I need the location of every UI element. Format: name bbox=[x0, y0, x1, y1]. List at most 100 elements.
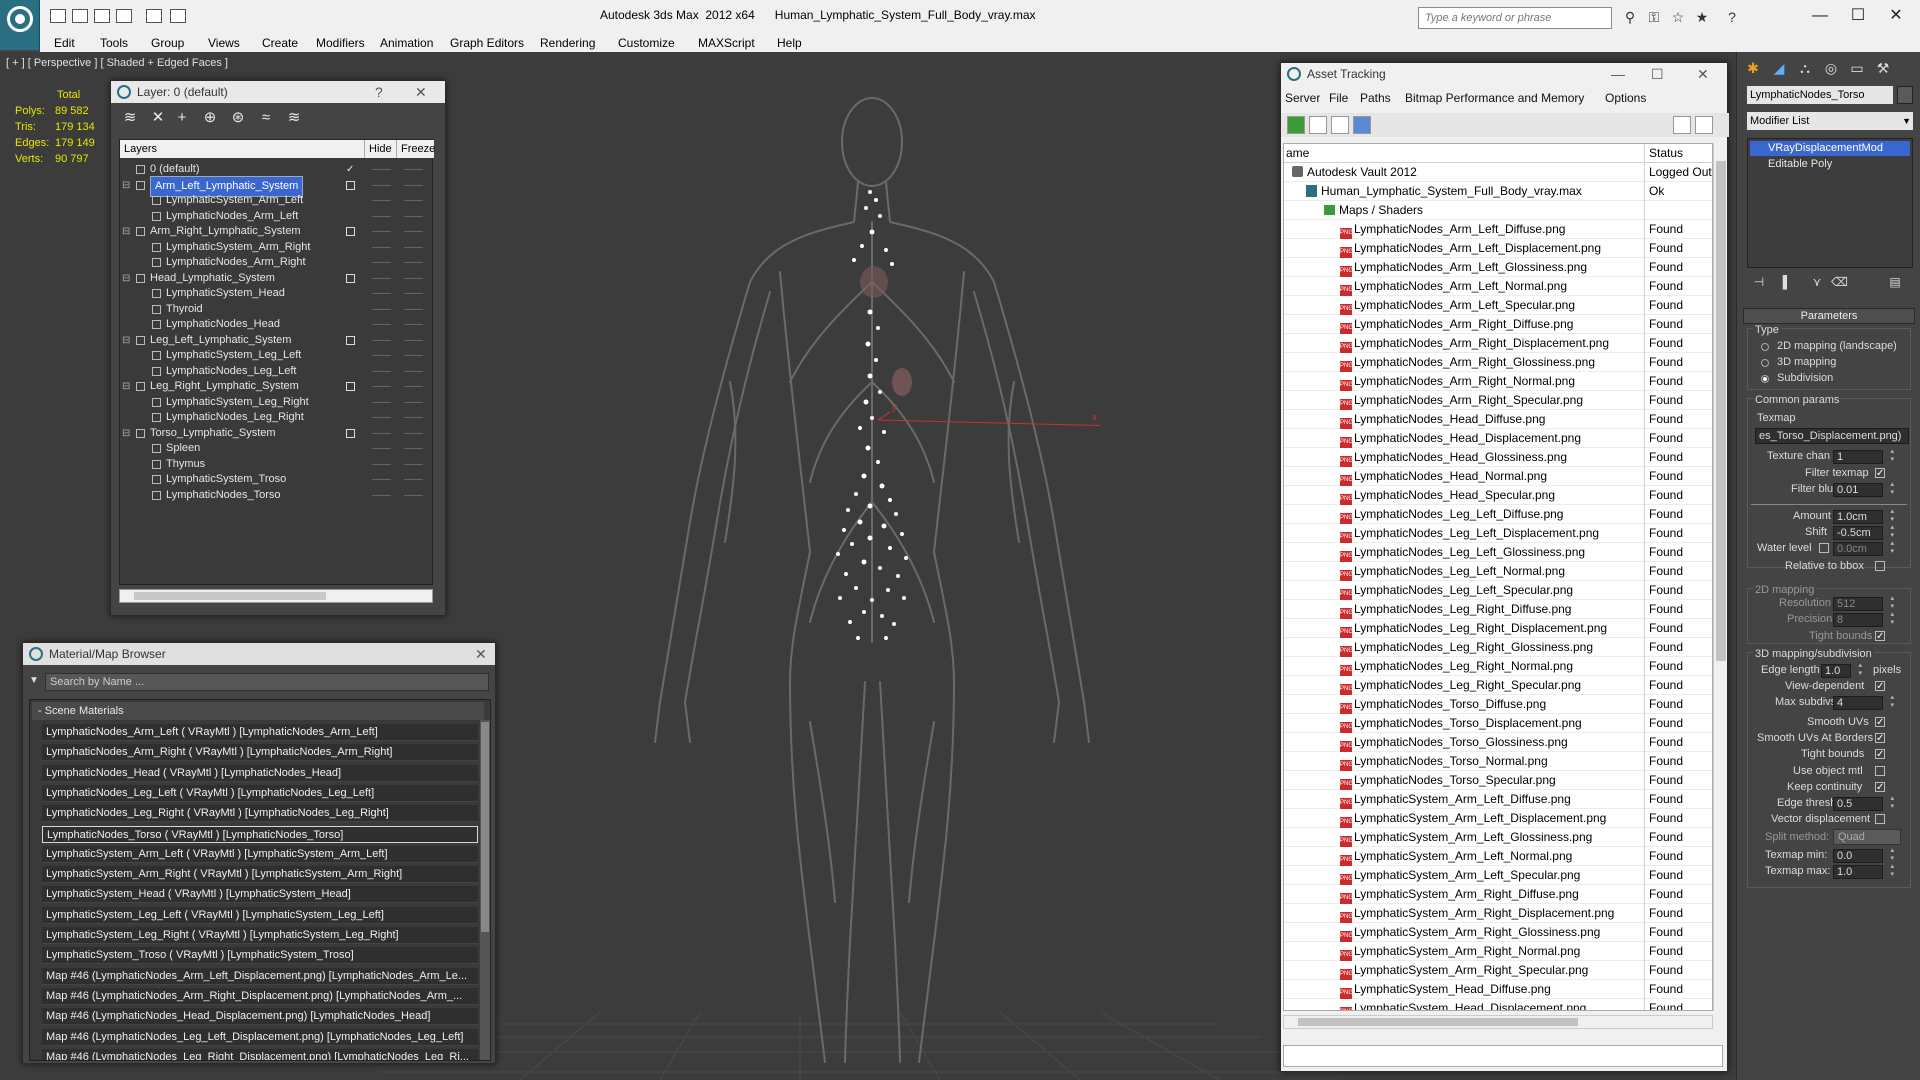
asset-map-row[interactable]: PNGLymphaticSystem_Head_Displacement.png… bbox=[1284, 999, 1712, 1010]
relative-bbox-checkbox[interactable] bbox=[1875, 561, 1885, 571]
material-list-item[interactable]: LymphaticNodes_Torso ( VRayMtl ) [Lympha… bbox=[42, 825, 478, 843]
hierarchy-tab-icon[interactable]: ⛬ bbox=[1795, 58, 1815, 78]
asset-map-row[interactable]: PNGLymphaticNodes_Arm_Left_Displacement.… bbox=[1284, 239, 1712, 258]
current-layer-check-icon[interactable]: ✓ bbox=[346, 165, 355, 175]
asset-map-row[interactable]: PNGLymphaticNodes_Leg_Right_Displacement… bbox=[1284, 619, 1712, 638]
set-current-layer-box[interactable] bbox=[346, 335, 355, 345]
remove-modifier-icon[interactable]: ⌫ bbox=[1831, 274, 1848, 290]
asset-map-row[interactable]: PNGLymphaticNodes_Leg_Left_Normal.png Fou… bbox=[1284, 562, 1712, 581]
settings-icon[interactable] bbox=[1695, 116, 1713, 134]
menu-graph-editors[interactable]: Graph Editors bbox=[450, 34, 524, 52]
column-name[interactable]: ame bbox=[1286, 144, 1309, 163]
modifier-list-dropdown[interactable]: Modifier List ▼ bbox=[1747, 112, 1913, 130]
shift-spinner[interactable]: -0.5cm bbox=[1833, 524, 1894, 540]
show-end-result-icon[interactable]: ▌ bbox=[1779, 274, 1795, 290]
asset-folder-row[interactable]: Maps / Shaders bbox=[1284, 201, 1712, 220]
water-level-checkbox[interactable] bbox=[1819, 543, 1829, 553]
create-new-layer-icon[interactable]: ≋ bbox=[121, 109, 139, 127]
view-dependent-checkbox[interactable]: ✓ bbox=[1875, 681, 1885, 692]
maximize-button[interactable]: ☐ bbox=[1651, 63, 1664, 85]
smooth-uvs-borders-checkbox[interactable]: ✓ bbox=[1875, 733, 1885, 744]
asset-map-row[interactable]: PNGLymphaticNodes_Leg_Left_Displacement.… bbox=[1284, 524, 1712, 543]
asset-map-row[interactable]: PNGLymphaticSystem_Arm_Right_Displacemen… bbox=[1284, 904, 1712, 923]
hide-toggle[interactable]: ―― bbox=[372, 486, 391, 505]
scene-materials-group[interactable]: - Scene Materials bbox=[32, 702, 484, 720]
application-menu-button[interactable] bbox=[0, 0, 40, 50]
menu-animation[interactable]: Animation bbox=[380, 34, 433, 52]
menu-modifiers[interactable]: Modifiers bbox=[316, 34, 365, 52]
asset-file-row[interactable]: Human_Lymphatic_System_Full_Body_vray.ma… bbox=[1284, 182, 1712, 201]
set-current-layer-box[interactable] bbox=[346, 428, 355, 438]
binoculars-icon[interactable]: ⚲ bbox=[1622, 9, 1638, 25]
asset-map-row[interactable]: PNGLymphaticNodes_Leg_Right_Specular.png… bbox=[1284, 676, 1712, 695]
split-method-dropdown[interactable]: Quad bbox=[1833, 829, 1901, 845]
asset-root-row[interactable]: Autodesk Vault 2012 Logged Out bbox=[1284, 163, 1712, 182]
menu-tools[interactable]: Tools bbox=[100, 34, 128, 52]
asset-map-row[interactable]: PNGLymphaticNodes_Arm_Right_Diffuse.png F… bbox=[1284, 315, 1712, 334]
material-list-item[interactable]: Map #46 (LymphaticNodes_Head_Displacemen… bbox=[42, 1008, 478, 1026]
asset-map-row[interactable]: PNGLymphaticNodes_Arm_Left_Diffuse.png Fo… bbox=[1284, 220, 1712, 239]
smooth-uvs-checkbox[interactable]: ✓ bbox=[1875, 717, 1885, 728]
edge-thresh-spinner[interactable]: 0.5 bbox=[1833, 795, 1894, 811]
edge-length-spinner[interactable]: 1.0 bbox=[1821, 662, 1862, 678]
minimize-button[interactable]: — bbox=[1800, 3, 1840, 29]
lymphatic-body-model[interactable]: x y bbox=[640, 82, 1100, 1080]
scrollbar-thumb[interactable] bbox=[1716, 161, 1726, 661]
asset-map-row[interactable]: PNGLymphaticNodes_Arm_Right_Normal.png Fo… bbox=[1284, 372, 1712, 391]
material-list-item[interactable]: LymphaticNodes_Leg_Left ( VRayMtl ) [Lym… bbox=[42, 784, 478, 802]
asset-map-row[interactable]: PNGLymphaticNodes_Arm_Right_Specular.png… bbox=[1284, 391, 1712, 410]
max-subdivs-spinner[interactable]: 4 bbox=[1833, 694, 1894, 710]
list-view-icon[interactable] bbox=[1309, 116, 1327, 134]
transform-gizmo[interactable]: x y bbox=[877, 402, 1100, 427]
add-to-layer-icon[interactable]: + bbox=[173, 109, 191, 127]
hide-all-icon[interactable]: ≈ bbox=[257, 109, 275, 127]
material-list-item[interactable]: Map #46 (LymphaticNodes_Arm_Left_Displac… bbox=[42, 967, 478, 985]
radio-subdivision[interactable] bbox=[1761, 375, 1769, 383]
highlight-layer-icon[interactable]: ⊛ bbox=[229, 109, 247, 127]
precision-spinner[interactable]: 8 bbox=[1833, 611, 1894, 627]
water-level-spinner[interactable]: 0.0cm bbox=[1833, 540, 1894, 556]
asset-map-row[interactable]: PNGLymphaticSystem_Arm_Right_Glossiness.… bbox=[1284, 923, 1712, 942]
stack-item-vray-displacement[interactable]: VRayDisplacementMod bbox=[1750, 141, 1910, 156]
star-icon[interactable]: ★ bbox=[1694, 9, 1710, 25]
menu-customize[interactable]: Customize bbox=[618, 34, 675, 52]
help-button[interactable]: ? bbox=[375, 81, 383, 103]
menu-server[interactable]: Server bbox=[1285, 91, 1320, 105]
menu-file[interactable]: File bbox=[1329, 91, 1348, 105]
asset-map-row[interactable]: PNGLymphaticNodes_Arm_Right_Displacement… bbox=[1284, 334, 1712, 353]
material-list-item[interactable]: LymphaticSystem_Leg_Left ( VRayMtl ) [Ly… bbox=[42, 906, 478, 924]
texture-chan-spinner[interactable]: 1 bbox=[1833, 448, 1894, 464]
radio-3d-mapping[interactable] bbox=[1761, 359, 1769, 367]
material-list-item[interactable]: LymphaticSystem_Head ( VRayMtl ) [Lympha… bbox=[42, 886, 478, 904]
asset-map-row[interactable]: PNGLymphaticSystem_Arm_Right_Diffuse.png… bbox=[1284, 885, 1712, 904]
asset-map-row[interactable]: PNGLymphaticNodes_Head_Glossiness.png Fou… bbox=[1284, 448, 1712, 467]
scrollbar-thumb[interactable] bbox=[481, 722, 489, 932]
refresh-icon[interactable] bbox=[1287, 116, 1305, 134]
column-layers[interactable]: Layers bbox=[124, 140, 157, 158]
detail-view-icon[interactable] bbox=[1331, 116, 1349, 134]
asset-map-row[interactable]: PNGLymphaticNodes_Torso_Specular.png Foun… bbox=[1284, 771, 1712, 790]
radio-2d-mapping[interactable] bbox=[1761, 343, 1769, 351]
object-name-field[interactable]: LymphaticNodes_Torso bbox=[1747, 86, 1893, 104]
favorites-icon[interactable]: ☆ bbox=[1670, 9, 1686, 25]
resolution-spinner[interactable]: 512 bbox=[1833, 595, 1894, 611]
material-list-item[interactable]: LymphaticSystem_Arm_Left ( VRayMtl ) [Ly… bbox=[42, 845, 478, 863]
menu-rendering[interactable]: Rendering bbox=[540, 34, 595, 52]
filter-texmap-checkbox[interactable]: ✓ bbox=[1875, 468, 1885, 479]
texmap-max-spinner[interactable]: 1.0 bbox=[1833, 863, 1894, 879]
set-current-layer-box[interactable] bbox=[346, 382, 355, 391]
set-current-layer-box[interactable] bbox=[346, 180, 355, 190]
parameters-rollout[interactable]: Parameters bbox=[1743, 308, 1915, 324]
menu-options[interactable]: Options bbox=[1605, 91, 1646, 105]
asset-map-row[interactable]: PNGLymphaticNodes_Head_Displacement.png F… bbox=[1284, 429, 1712, 448]
configure-sets-icon[interactable]: ▤ bbox=[1887, 274, 1903, 290]
asset-tracking-titlebar[interactable]: Asset Tracking — ☐ ✕ bbox=[1281, 63, 1727, 85]
asset-map-row[interactable]: PNGLymphaticNodes_Torso_Normal.png Found bbox=[1284, 752, 1712, 771]
asset-map-row[interactable]: PNGLymphaticSystem_Arm_Right_Specular.pn… bbox=[1284, 961, 1712, 980]
close-button[interactable]: ✕ bbox=[475, 643, 487, 665]
create-tab-icon[interactable]: ✱ bbox=[1743, 58, 1763, 78]
scrollbar-thumb[interactable] bbox=[1298, 1018, 1578, 1026]
texmap-button[interactable]: es_Torso_Displacement.png) bbox=[1755, 428, 1909, 444]
utilities-tab-icon[interactable]: ⚒ bbox=[1873, 58, 1893, 78]
new-file-icon[interactable] bbox=[50, 9, 66, 23]
